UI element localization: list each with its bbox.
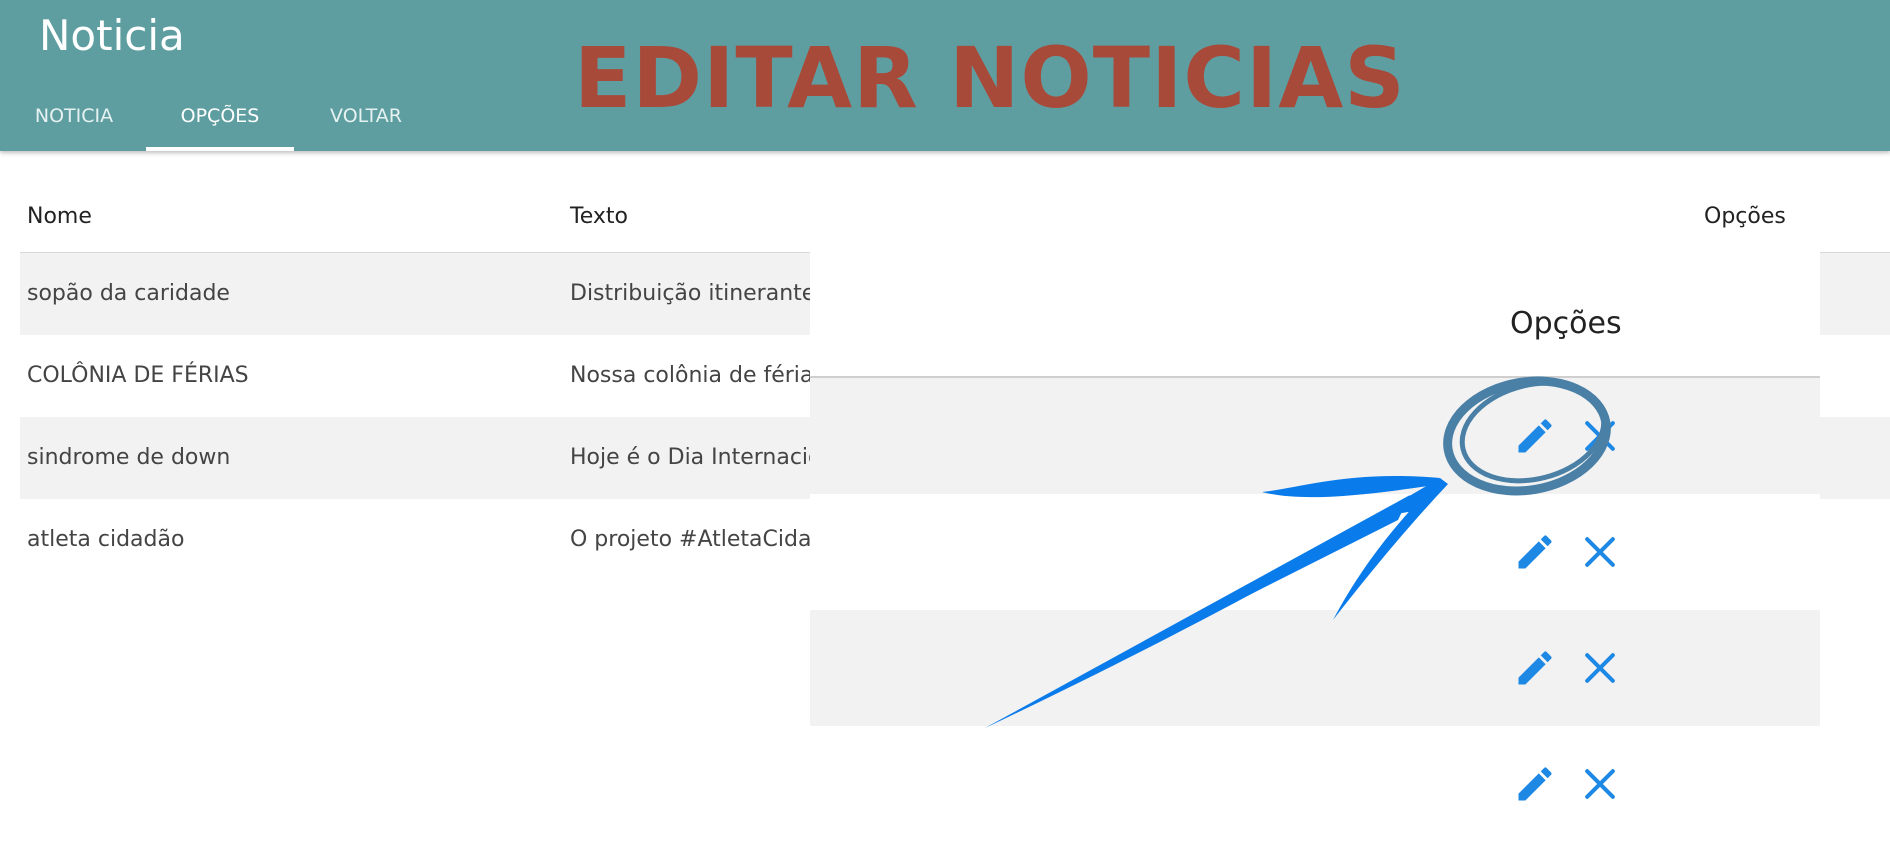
cell-nome: COLÔNIA DE FÉRIAS (27, 363, 249, 388)
app-brand: Noticia (39, 11, 185, 60)
cell-nome: atleta cidadão (27, 527, 185, 552)
table-header: Nome Texto Opções (20, 190, 1890, 254)
column-header-opcoes: Opções (1704, 204, 1786, 229)
close-icon[interactable] (1578, 762, 1622, 806)
cell-nome: sindrome de down (27, 445, 231, 470)
close-icon[interactable] (1578, 646, 1622, 690)
options-row (810, 494, 1820, 610)
options-row (810, 378, 1820, 494)
tab-voltar[interactable]: VOLTAR (316, 100, 416, 151)
cell-texto: O projeto #AtletaCidad (570, 527, 826, 552)
cell-texto: Nossa colônia de férias (570, 363, 825, 388)
tab-opcoes[interactable]: OPÇÕES (146, 100, 294, 151)
pencil-icon[interactable] (1513, 646, 1557, 690)
pencil-icon[interactable] (1513, 414, 1557, 458)
pencil-icon[interactable] (1513, 762, 1557, 806)
options-row (810, 610, 1820, 726)
annotation-title: EDITAR NOTICIAS (574, 29, 1406, 127)
options-zoom-inset: Opções (810, 252, 1820, 866)
app-header: Noticia NOTICIA OPÇÕES VOLTAR EDITAR NOT… (0, 0, 1890, 151)
active-tab-indicator (146, 147, 294, 151)
options-column-header: Opções (1510, 306, 1622, 341)
close-icon[interactable] (1578, 530, 1622, 574)
options-row (810, 726, 1820, 842)
column-header-texto: Texto (570, 204, 628, 229)
cell-texto: Distribuição itinerante c (570, 281, 830, 306)
close-icon[interactable] (1578, 414, 1622, 458)
column-header-nome: Nome (27, 204, 92, 229)
tab-noticia[interactable]: NOTICIA (20, 100, 128, 151)
cell-texto: Hoje é o Dia Internacior (570, 445, 830, 470)
pencil-icon[interactable] (1513, 530, 1557, 574)
cell-nome: sopão da caridade (27, 281, 230, 306)
